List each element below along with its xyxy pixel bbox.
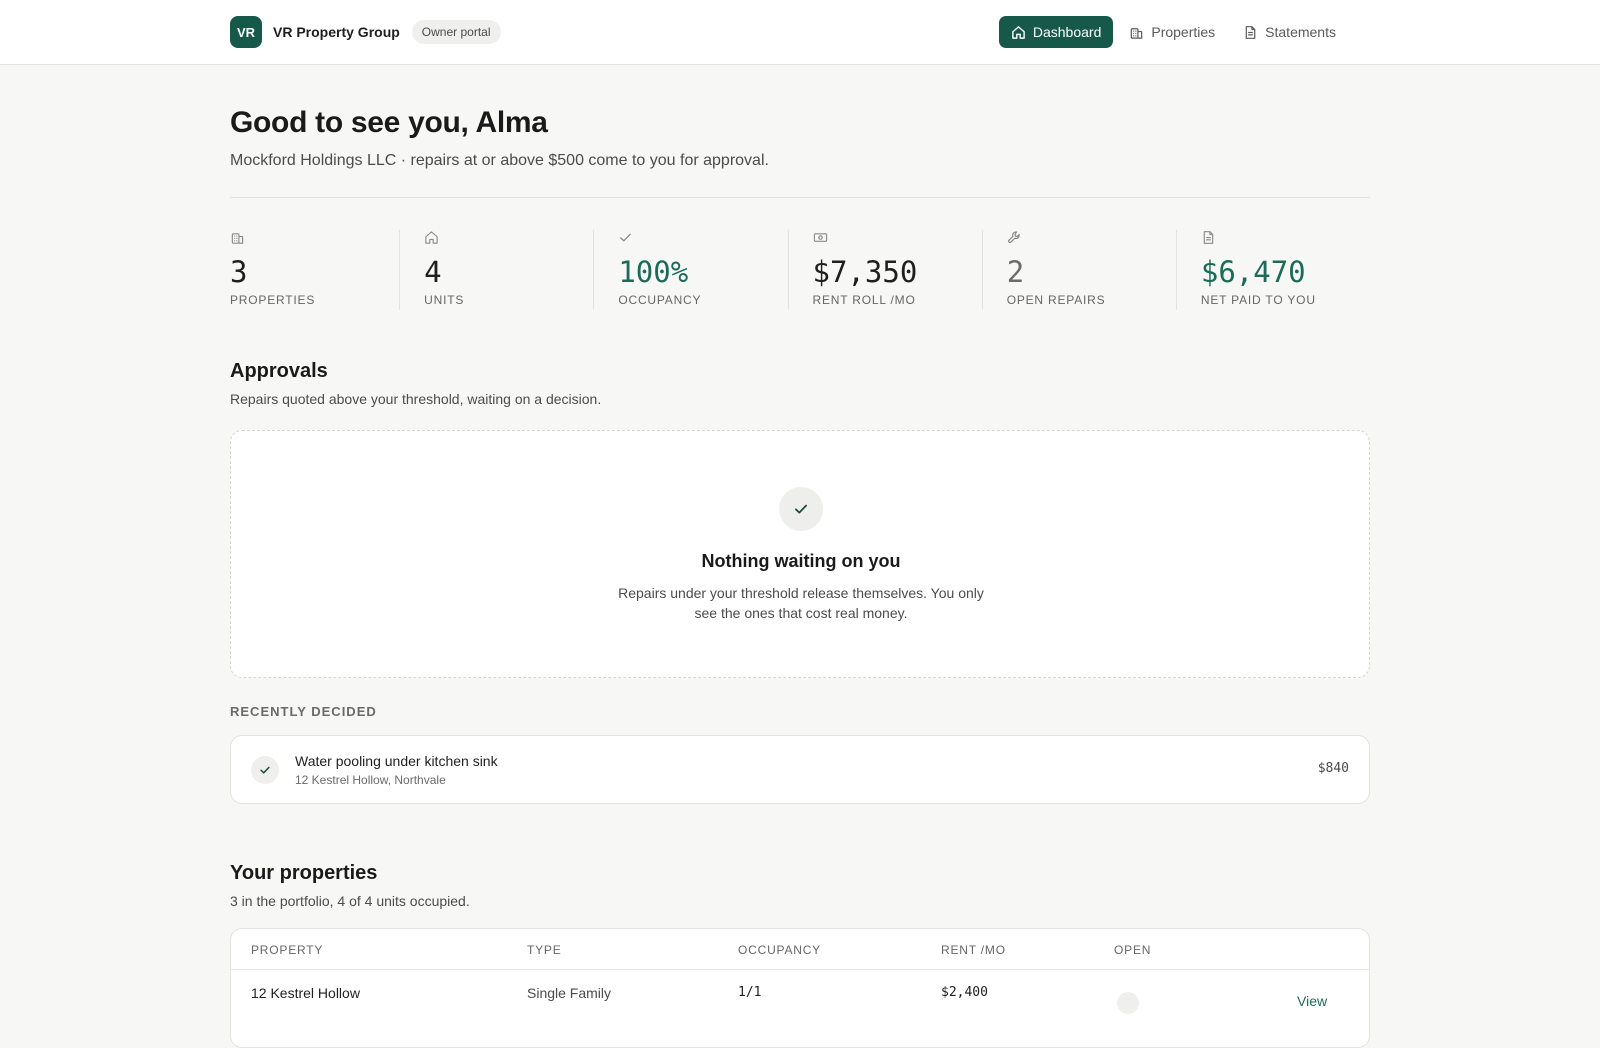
recently-decided-caption: RECENTLY DECIDED [230,704,377,719]
stat-occupancy: 100% Occupancy [593,230,787,310]
nav-statements[interactable]: Statements [1231,16,1348,48]
properties-heading: Your properties [230,862,378,884]
property-occupancy: 1/1 [738,985,762,1000]
property-type: Single Family [527,985,612,1001]
column-header-rent: Rent /mo [941,943,1006,957]
wrench-icon [1007,231,1020,244]
nav-dashboard[interactable]: Dashboard [998,16,1114,48]
open-repairs-badge [1117,992,1139,1014]
portal-badge: Owner portal [411,20,501,44]
stat-value: 100% [618,255,689,289]
stat-value: $6,470 [1200,255,1306,289]
stat-label: Units [424,293,465,307]
check-icon [251,756,279,784]
nav-properties[interactable]: Properties [1117,16,1227,48]
document-icon [1245,25,1256,39]
brand-logo: VR [230,16,262,48]
stats-strip: 3 Properties 4 Units 100% Occupancy $7,3… [230,230,1370,310]
stat-label: Open repairs [1006,293,1106,307]
approvals-empty-state: Nothing waiting on you Repairs under you… [230,430,1370,678]
check-icon [620,233,632,242]
column-header-type: Type [527,943,562,957]
empty-state-text: Repairs under your threshold release the… [618,585,984,621]
column-header-occupancy: Occupancy [738,943,821,957]
decided-repair-item[interactable]: Water pooling under kitchen sink 12 Kest… [230,735,1370,804]
properties-table: Property Type Occupancy Rent /mo Open 12… [230,928,1370,1048]
stat-net-paid: $6,470 Net paid to you [1175,230,1370,310]
brand-name: VR Property Group [273,24,400,40]
column-header-property: Property [251,943,324,957]
approvals-heading: Approvals [230,360,328,382]
page-title: Good to see you, Alma [230,106,548,139]
decided-repair-amount: $840 [1317,761,1349,776]
main-nav: Dashboard Properties Statements [995,16,1348,48]
building-icon [1131,27,1143,39]
table-row[interactable]: 12 Kestrel Hollow Single Family 1/1 $2,4… [231,970,1369,1030]
stat-units: 4 Units [399,230,593,310]
document-icon [1203,231,1214,244]
stat-open-repairs: 2 Open repairs [981,230,1176,310]
brand[interactable]: VR VR Property Group Owner portal [230,16,501,48]
stat-value: 3 [230,255,248,289]
properties-subtitle: 3 in the portfolio, 4 of 4 units occupie… [230,893,470,909]
stat-label: Net paid to you [1200,293,1316,307]
approvals-subtitle: Repairs quoted above your threshold, wai… [230,391,602,407]
column-header-open: Open [1114,943,1152,957]
cash-icon [813,233,827,242]
table-header: Property Type Occupancy Rent /mo Open [231,929,1369,970]
divider [230,197,1370,198]
property-rent: $2,400 [941,985,988,1000]
stat-rent-roll: $7,350 Rent roll /mo [787,230,982,310]
stat-value: 4 [424,255,442,289]
property-name: 12 Kestrel Hollow [251,985,360,1001]
check-circle-icon [779,487,823,531]
nav-statements-label: Statements [1265,24,1336,40]
stat-properties: 3 Properties [230,230,399,310]
empty-state-title: Nothing waiting on you [701,551,901,571]
nav-properties-label: Properties [1151,24,1216,40]
stat-label: Rent roll /mo [812,293,916,307]
nav-dashboard-label: Dashboard [1032,24,1102,40]
stat-value: $7,350 [812,255,918,289]
view-property-link[interactable]: View [1297,993,1327,1009]
building-icon [231,233,244,244]
stat-label: Occupancy [618,293,702,307]
decided-repair-address: 12 Kestrel Hollow, Northvale [295,773,446,787]
stat-label: Properties [230,293,316,307]
decided-repair-title: Water pooling under kitchen sink [295,753,498,769]
top-bar: VR VR Property Group Owner portal Dashbo… [0,0,1600,65]
stat-value: 2 [1006,255,1025,289]
home-icon [1012,25,1025,39]
page-subtitle: Mockford Holdings LLC · repairs at or ab… [230,152,769,169]
home-icon [425,231,438,244]
